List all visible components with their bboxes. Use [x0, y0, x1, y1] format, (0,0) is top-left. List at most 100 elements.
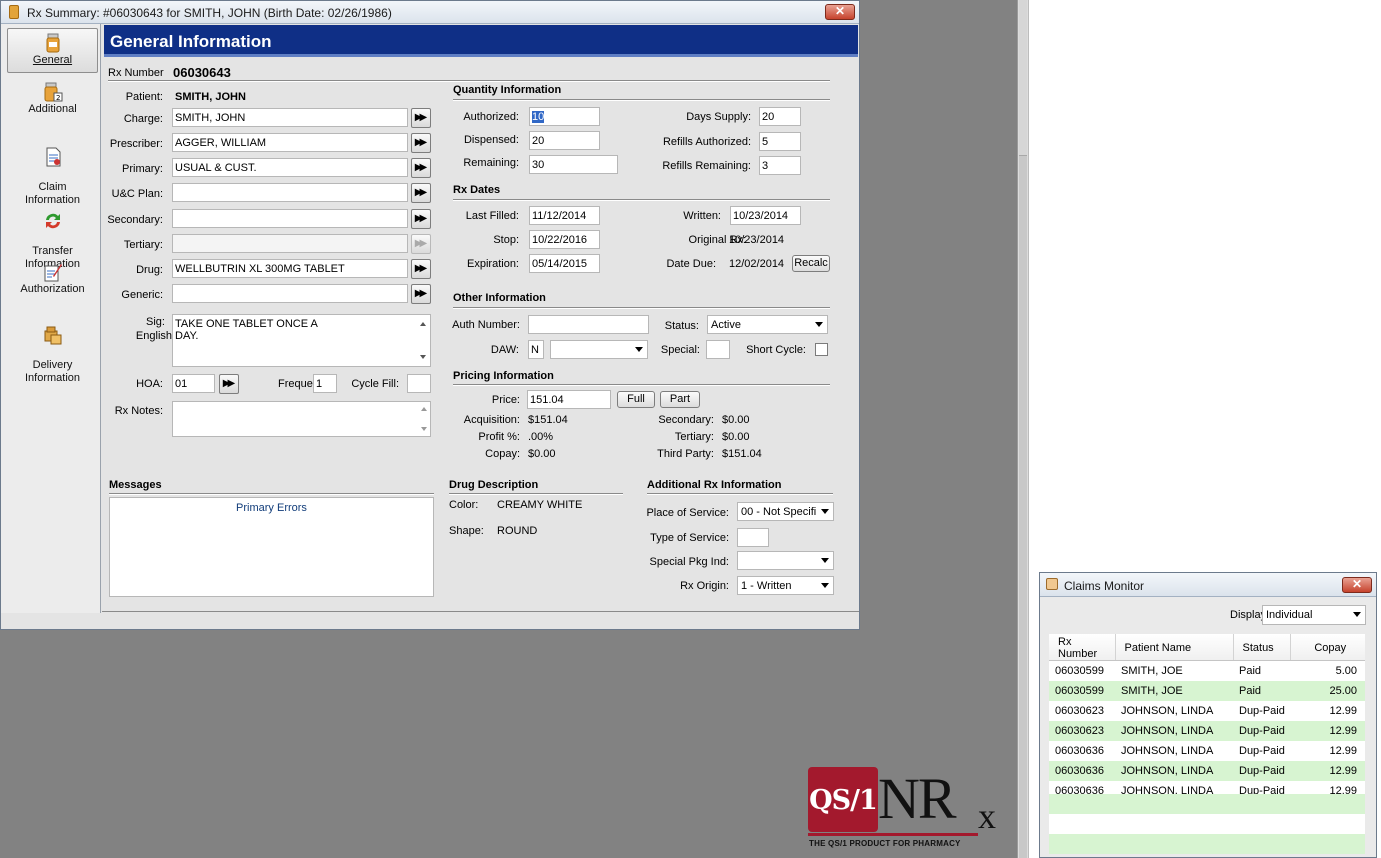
other-section-title: Other Information — [453, 292, 546, 304]
remaining-field[interactable]: 30 — [529, 155, 618, 174]
window-title: Rx Summary: #06030643 for SMITH, JOHN (B… — [27, 6, 392, 20]
table-row[interactable]: 06030636 JOHNSON, LINDA Dup-Paid 12.99 — [1049, 741, 1365, 761]
column-header-copay[interactable]: Copay — [1290, 634, 1365, 661]
status-cell: Paid — [1239, 664, 1262, 677]
column-header-rx-number[interactable]: Rx Number — [1049, 634, 1116, 661]
third-party-label: Third Party: — [657, 448, 714, 460]
charge-lookup-button[interactable]: ▶▶ — [411, 108, 431, 128]
days-supply-field[interactable]: 20 — [759, 107, 801, 126]
last-filled-field[interactable]: 11/12/2014 — [529, 206, 600, 225]
table-row[interactable]: 06030599 SMITH, JOE Paid 25.00 — [1049, 680, 1365, 701]
logo-tagline: THE QS/1 PRODUCT FOR PHARMACY — [809, 839, 961, 848]
scrollbar-thumb[interactable] — [1019, 155, 1027, 858]
prescriber-field[interactable]: AGGER, WILLIAM — [172, 133, 408, 152]
sig-scrollbar[interactable] — [417, 316, 429, 365]
prescriber-lookup-button[interactable]: ▶▶ — [411, 133, 431, 153]
close-button[interactable]: ✕ — [825, 4, 855, 20]
sidebar-item-additional[interactable]: 2 Additional — [7, 82, 98, 116]
uc-plan-field[interactable] — [172, 183, 408, 202]
short-cycle-checkbox[interactable] — [815, 343, 828, 356]
price-field[interactable]: 151.04 — [527, 390, 611, 409]
hoa-field[interactable]: 01 — [172, 374, 215, 393]
full-price-button[interactable]: Full — [617, 391, 655, 408]
generic-field[interactable] — [172, 284, 408, 303]
table-row[interactable]: 06030623 JOHNSON, LINDA Dup-Paid 12.99 — [1049, 720, 1365, 741]
authorized-label: Authorized: — [463, 111, 519, 123]
last-filled-label: Last Filled: — [465, 210, 519, 222]
refills-authorized-field[interactable]: 5 — [759, 132, 801, 151]
written-field[interactable]: 10/23/2014 — [730, 206, 801, 225]
recalc-button[interactable]: Recalc — [792, 255, 830, 272]
sidebar-item-transfer-information[interactable]: Transfer Information — [7, 198, 98, 271]
uc-plan-lookup-button[interactable]: ▶▶ — [411, 183, 431, 203]
secondary-lookup-button[interactable]: ▶▶ — [411, 209, 431, 229]
divider — [453, 307, 830, 309]
hoa-lookup-button[interactable]: ▶▶ — [219, 374, 239, 394]
vertical-scrollbar[interactable] — [1019, 0, 1027, 858]
place-of-service-dropdown[interactable]: 00 - Not Specifi — [737, 502, 834, 521]
rx-notes-scrollbar[interactable] — [418, 402, 430, 436]
sidebar-item-claim-information[interactable]: Claim Information — [7, 134, 98, 207]
rx-notes-textarea[interactable] — [172, 401, 431, 437]
table-row[interactable]: 06030623 JOHNSON, LINDA Dup-Paid 12.99 — [1049, 701, 1365, 721]
divider — [449, 493, 623, 495]
part-price-button[interactable]: Part — [660, 391, 700, 408]
sidebar-item-general[interactable]: General — [7, 28, 98, 73]
display-dropdown[interactable]: Individual — [1262, 605, 1366, 625]
sidebar-item-delivery-information[interactable]: Delivery Information — [7, 312, 98, 385]
primary-lookup-button[interactable]: ▶▶ — [411, 158, 431, 178]
daw-field[interactable]: N — [528, 340, 544, 359]
divider — [108, 80, 830, 82]
daw-dropdown[interactable] — [550, 340, 648, 359]
frequency-field[interactable]: 1 — [313, 374, 337, 393]
sidebar-item-authorization[interactable]: Authorization — [7, 262, 98, 296]
drug-label: Drug: — [136, 264, 163, 276]
authorization-icon — [44, 264, 62, 282]
sig-line: TAKE ONE TABLET ONCE A — [175, 318, 318, 330]
drug-lookup-button[interactable]: ▶▶ — [411, 259, 431, 279]
special-pkg-dropdown[interactable] — [737, 551, 834, 570]
type-of-service-field[interactable] — [737, 528, 769, 547]
patient-name-cell: SMITH, JOE — [1121, 664, 1183, 677]
claims-monitor-titlebar[interactable]: Claims Monitor ✕ — [1040, 573, 1376, 597]
close-button[interactable]: ✕ — [1342, 577, 1372, 593]
refills-authorized-label: Refills Authorized: — [662, 136, 751, 148]
scroll-up-icon[interactable] — [420, 322, 426, 326]
stop-field[interactable]: 10/22/2016 — [529, 230, 600, 249]
cycle-fill-field[interactable] — [407, 374, 431, 393]
primary-field[interactable]: USUAL & CUST. — [172, 158, 408, 177]
table-row[interactable]: 06030636 JOHNSON, LINDA Dup-Paid 12.99 — [1049, 760, 1365, 781]
primary-errors-link[interactable]: Primary Errors — [110, 502, 433, 514]
special-field[interactable] — [706, 340, 730, 359]
rx-number-label: Rx Number — [108, 67, 164, 79]
status-dropdown[interactable]: Active — [707, 315, 828, 334]
authorized-field[interactable]: 10 — [529, 107, 600, 126]
tertiary-lookup-button[interactable]: ▶▶ — [411, 234, 431, 254]
price-label: Price: — [491, 394, 520, 406]
column-header-status[interactable]: Status — [1233, 634, 1291, 661]
secondary-field[interactable] — [172, 209, 408, 228]
scroll-down-icon[interactable] — [420, 355, 426, 359]
tertiary-field[interactable] — [172, 234, 408, 253]
column-header-patient-name[interactable]: Patient Name — [1115, 634, 1234, 661]
primary-label: Primary: — [122, 163, 163, 175]
expiration-field[interactable]: 05/14/2015 — [529, 254, 600, 273]
refills-remaining-field[interactable]: 3 — [759, 156, 801, 175]
rx-origin-dropdown[interactable]: 1 - Written — [737, 576, 834, 595]
refills-remaining-label: Refills Remaining: — [662, 160, 751, 172]
scroll-up-icon[interactable] — [421, 407, 427, 411]
table-row[interactable]: 06030599 SMITH, JOE Paid 5.00 — [1049, 661, 1365, 681]
dispensed-field[interactable]: 20 — [529, 131, 600, 150]
window-titlebar[interactable]: Rx Summary: #06030643 for SMITH, JOHN (B… — [1, 1, 859, 24]
divider — [102, 611, 859, 612]
scroll-down-icon[interactable] — [421, 427, 427, 431]
charge-field[interactable]: SMITH, JOHN — [172, 108, 408, 127]
drug-field[interactable]: WELLBUTRIN XL 300MG TABLET — [172, 259, 408, 278]
sig-language-label: English — [135, 330, 172, 342]
sig-label: Sig: — [146, 316, 165, 328]
sig-textarea[interactable]: TAKE ONE TABLET ONCE A DAY. — [172, 314, 431, 367]
empty-row — [1049, 834, 1365, 854]
generic-lookup-button[interactable]: ▶▶ — [411, 284, 431, 304]
place-of-service-value: 00 - Not Specifi — [741, 506, 817, 518]
auth-number-field[interactable] — [528, 315, 649, 334]
